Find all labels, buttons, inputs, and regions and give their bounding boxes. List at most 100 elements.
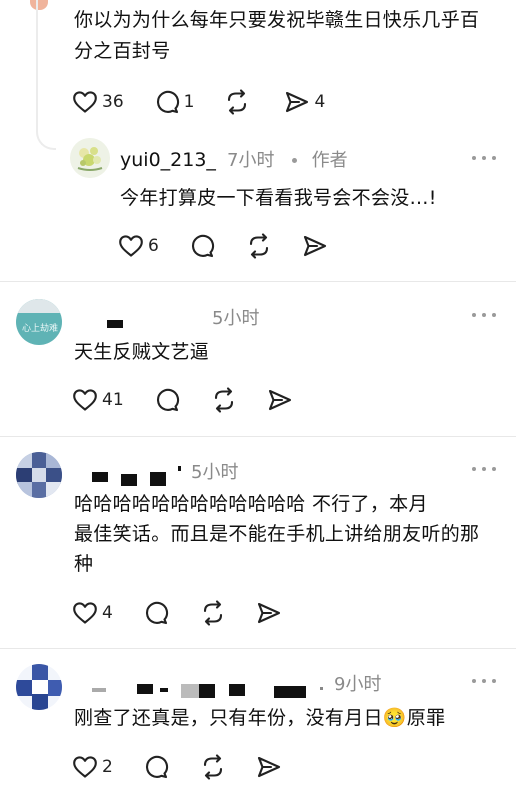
repost-button[interactable] [200,752,226,782]
like-button[interactable]: 41 [72,385,124,415]
more-button[interactable] [472,156,496,162]
repost-arrows-icon [200,754,226,780]
action-bar: 2 [72,752,282,782]
send-arrow-icon [256,755,282,779]
redacted-username [150,472,166,486]
redacted-username [137,684,153,694]
comment-text: 刚查了还真是，只有年份，没有月日🥹原罪 [74,704,445,733]
like-button[interactable]: 2 [72,752,113,782]
thread-line [36,0,56,150]
action-bar: 6 [118,231,328,261]
send-arrow-icon [267,388,293,412]
redacted-username [160,688,168,692]
comment-text-line: 哈哈哈哈哈哈哈哈哈哈哈哈 不行了，本月 [74,493,428,515]
reply-header: yui0_213_ 7小时 作者 [120,146,348,172]
comment-text-line: 最佳笑话。而且是不能在手机上讲给朋友听的那 [74,523,480,545]
send-arrow-icon [256,601,282,625]
share-button[interactable] [267,385,293,415]
like-button[interactable]: 6 [118,231,159,261]
avatar[interactable] [70,138,110,178]
like-button[interactable]: 36 [72,87,124,117]
author-badge: 作者 [311,150,348,171]
redacted-username [274,686,306,698]
like-count: 2 [102,757,113,777]
share-button[interactable] [302,231,328,261]
heart-outline-icon [72,388,98,412]
redacted-username [121,474,137,486]
comment-text-main: 刚查了还真是，只有年份，没有月日 [74,707,383,729]
comment-text-line: 分之百封号 [74,40,171,62]
repost-button[interactable] [211,385,237,415]
redacted-username [229,684,245,696]
avatar[interactable] [16,452,62,498]
comment-text-line: 你以为为什么每年只要发祝毕赣生日快乐几乎百 [74,9,480,31]
reply-count: 1 [183,92,195,112]
more-button[interactable] [472,313,496,319]
more-dots-icon [472,467,476,471]
timestamp: 5小时 [212,308,260,329]
speech-bubble-icon [154,387,180,413]
speech-bubble-icon [143,600,169,626]
reply-button[interactable]: 1 [154,87,195,117]
share-count: 4 [314,92,326,112]
heart-outline-icon [72,755,98,779]
reply-button[interactable] [189,231,215,261]
like-count: 41 [102,390,124,410]
timestamp: 7小时 [227,150,275,171]
comment-text: 天生反贼文艺逼 [74,341,210,363]
more-button[interactable] [472,679,496,685]
heart-outline-icon [72,90,98,114]
comment-text: 今年打算皮一下看看我号会不会没…! [120,187,437,209]
redacted-username [181,684,199,698]
repost-button[interactable] [224,87,250,117]
repost-button[interactable] [246,231,272,261]
comment-text-tail: 原罪 [406,707,446,729]
reply-button[interactable] [154,385,180,415]
repost-button[interactable] [200,598,226,628]
share-button[interactable] [256,598,282,628]
redacted-username [92,472,108,482]
repost-arrows-icon [200,600,226,626]
more-dots-icon [472,313,476,317]
timestamp: 9小时 [334,674,382,695]
separator-dot [291,157,297,163]
username[interactable]: yui0_213_ [120,149,216,171]
reply-button[interactable] [143,752,169,782]
action-bar: 36 1 4 [72,87,325,117]
more-dots-icon [472,679,476,683]
avatar[interactable]: 心上劫难 [16,299,62,345]
speech-bubble-icon [154,89,180,115]
share-button[interactable]: 4 [284,87,325,117]
comment-text-line: 种 [74,553,94,575]
avatar[interactable] [16,664,62,710]
redacted-username [199,684,215,698]
heart-outline-icon [118,234,144,258]
pleading-face-emoji-icon: 🥹 [382,707,407,729]
divider [0,436,516,437]
divider [0,281,516,282]
redacted-username [320,687,323,690]
send-arrow-icon [284,90,310,114]
redacted-username [92,688,106,692]
avatar-text: 心上劫难 [22,324,59,334]
reply-button[interactable] [143,598,169,628]
speech-bubble-icon [143,754,169,780]
speech-bubble-icon [189,233,215,259]
more-button[interactable] [472,467,496,473]
action-bar: 41 [72,385,293,415]
repost-arrows-icon [224,89,250,115]
redacted-username [178,466,181,471]
repost-arrows-icon [246,233,272,259]
flower-avatar-icon [70,138,110,178]
like-count: 4 [102,603,113,623]
send-arrow-icon [302,234,328,258]
divider [0,648,516,649]
share-button[interactable] [256,752,282,782]
action-bar: 4 [72,598,282,628]
like-count: 6 [148,236,159,256]
like-button[interactable]: 4 [72,598,113,628]
heart-outline-icon [72,601,98,625]
timestamp: 5小时 [191,462,239,483]
more-dots-icon [472,156,476,160]
redacted-username [107,320,123,328]
